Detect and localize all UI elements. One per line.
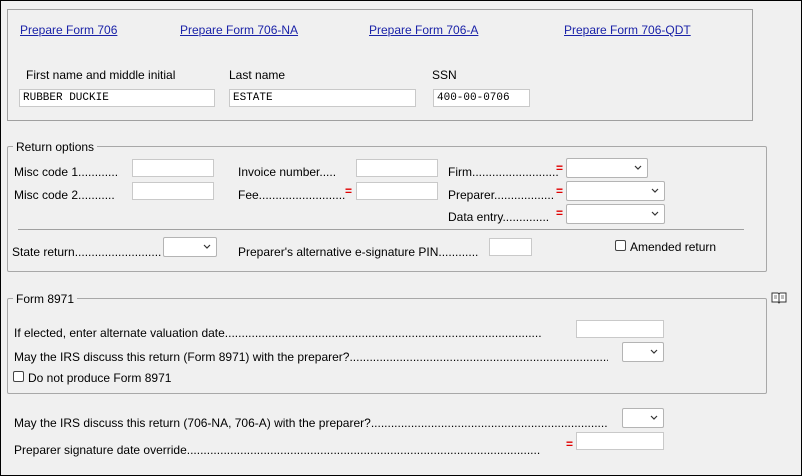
data-entry-label: Data entry.............. [448, 210, 550, 224]
form-8971-title: Form 8971 [13, 292, 78, 306]
book-icon[interactable] [771, 291, 787, 304]
invoice-number-label: Invoice number..... [238, 165, 337, 179]
preparer-required-marker: = [556, 184, 564, 198]
data-entry-required-marker: = [556, 206, 564, 220]
amended-return-checkbox[interactable] [615, 240, 626, 251]
do-not-produce-8971-checkbox[interactable] [13, 371, 24, 382]
firm-label: Firm.......................... [448, 165, 559, 179]
misc-code-2-field[interactable] [132, 182, 214, 200]
signature-date-override-field[interactable] [576, 432, 664, 450]
amended-return-label: Amended return [630, 240, 717, 254]
ssn-label: SSN [432, 68, 457, 82]
misc-code-2-label: Misc code 2........... [14, 188, 115, 202]
misc-code-1-label: Misc code 1............ [14, 165, 119, 179]
alternative-pin-field[interactable] [489, 238, 532, 256]
last-name-label: Last name [229, 68, 286, 82]
state-return-label: State return.......................... [12, 245, 162, 259]
signature-date-override-label: Preparer signature date override........… [14, 443, 541, 457]
ssn-field[interactable]: 400-00-0706 [433, 89, 530, 107]
misc-code-1-field[interactable] [132, 159, 214, 177]
chevron-down-icon [650, 415, 658, 420]
firm-select[interactable] [566, 158, 648, 178]
alternate-valuation-label: If elected, enter alternate valuation da… [14, 326, 542, 340]
irs-discuss-8971-select[interactable] [622, 342, 664, 362]
alternate-valuation-date-field[interactable] [576, 320, 664, 338]
first-name-label: First name and middle initial [26, 68, 176, 82]
prepare-form-706a-link[interactable]: Prepare Form 706-A [369, 23, 478, 37]
firm-required-marker: = [556, 161, 564, 175]
preparer-select[interactable] [566, 181, 665, 201]
first-name-field[interactable]: RUBBER DUCKIE [19, 89, 215, 107]
chevron-down-icon [651, 188, 659, 193]
prepare-form-706qdt-link[interactable]: Prepare Form 706-QDT [564, 23, 691, 37]
chevron-down-icon [651, 211, 659, 216]
preparer-label: Preparer.................. [448, 188, 555, 202]
invoice-number-field[interactable] [356, 159, 438, 177]
data-entry-select[interactable] [566, 204, 665, 224]
prepare-form-706na-link[interactable]: Prepare Form 706-NA [180, 23, 298, 37]
irs-discuss-706-label: May the IRS discuss this return (706-NA,… [14, 416, 608, 430]
fee-field[interactable] [356, 182, 438, 200]
fee-required-marker: = [345, 184, 353, 198]
prepare-form-706-link[interactable]: Prepare Form 706 [20, 23, 117, 37]
return-options-divider [18, 229, 744, 230]
chevron-down-icon [203, 244, 211, 249]
signature-date-required-marker: = [566, 437, 574, 451]
last-name-field[interactable]: ESTATE [229, 89, 416, 107]
irs-discuss-8971-label: May the IRS discuss this return (Form 89… [14, 350, 608, 364]
fee-label: Fee.......................... [238, 188, 346, 202]
alternative-pin-label: Preparer's alternative e-signature PIN..… [238, 245, 479, 259]
chevron-down-icon [650, 349, 658, 354]
chevron-down-icon [634, 165, 642, 170]
do-not-produce-8971-label: Do not produce Form 8971 [28, 371, 172, 385]
state-return-select[interactable] [163, 237, 217, 257]
irs-discuss-706-select[interactable] [622, 408, 664, 428]
return-options-title: Return options [13, 140, 98, 154]
